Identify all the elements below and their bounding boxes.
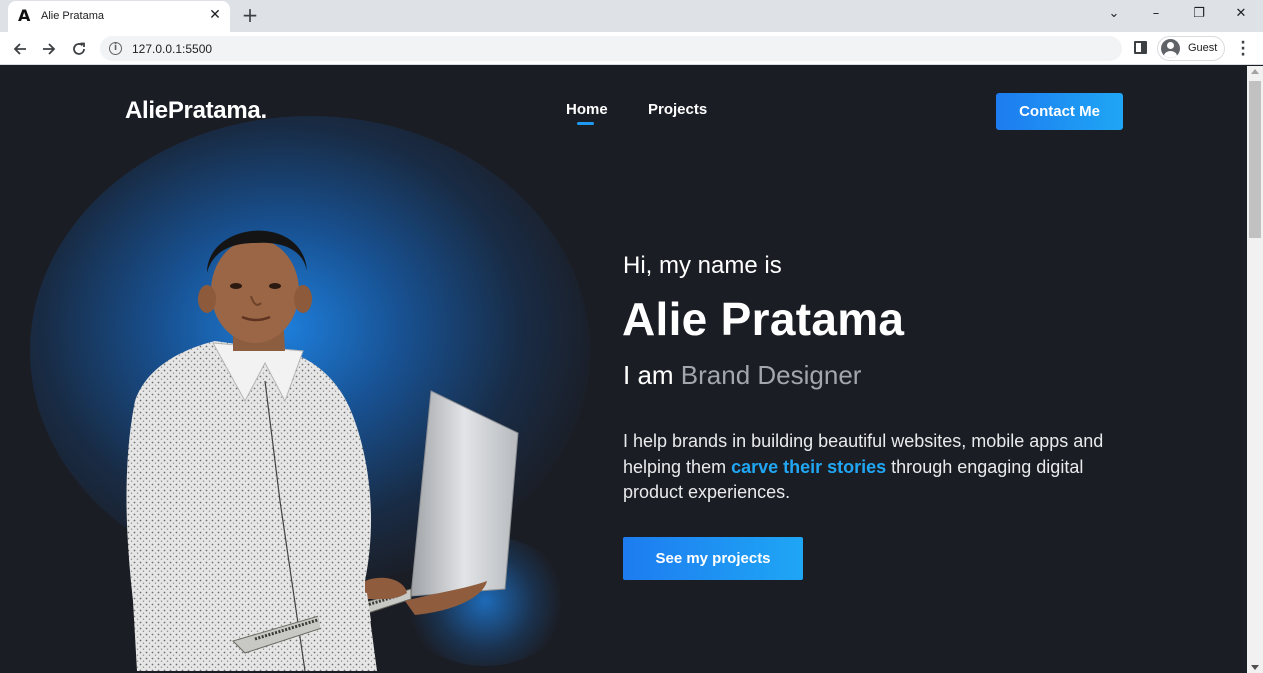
kebab-menu-icon[interactable]: · · · — [1237, 36, 1249, 62]
page-scrollbar[interactable] — [1247, 66, 1263, 673]
nav-home[interactable]: Home — [566, 101, 608, 118]
hero-role: Brand Designer — [680, 360, 862, 390]
contact-me-button[interactable]: Contact Me — [996, 93, 1123, 130]
hero-role-prefix: I am — [623, 360, 681, 390]
site-logo[interactable]: AliePratama. — [125, 97, 267, 125]
see-my-projects-button[interactable]: See my projects — [623, 537, 803, 580]
reload-icon[interactable] — [68, 38, 90, 60]
hero-description: I help brands in building beautiful webs… — [623, 429, 1123, 506]
site-favicon-icon: A — [18, 6, 31, 25]
browser-toolbar: i 127.0.0.1:5500 Guest · · · — [0, 32, 1263, 65]
page-viewport: AliePratama. Home Projects Contact Me Hi… — [0, 66, 1247, 673]
nav-projects[interactable]: Projects — [648, 101, 707, 118]
hero-greeting: Hi, my name is — [623, 252, 782, 279]
side-panel-icon[interactable] — [1134, 41, 1147, 54]
scroll-down-arrow-icon[interactable] — [1251, 665, 1259, 670]
url-text[interactable]: 127.0.0.1:5500 — [132, 42, 212, 56]
browser-tab-strip: A Alie Pratama ✕ + ⌄ – ❐ ✕ — [0, 0, 1263, 32]
new-tab-button[interactable]: + — [240, 5, 260, 25]
tab-title: Alie Pratama — [41, 10, 104, 22]
nav-active-indicator — [577, 122, 594, 125]
profile-label: Guest — [1188, 42, 1218, 54]
scroll-up-arrow-icon[interactable] — [1251, 69, 1259, 74]
profile-button[interactable]: Guest — [1157, 36, 1225, 61]
info-icon[interactable]: i — [109, 42, 122, 55]
restore-button[interactable]: ❐ — [1189, 4, 1209, 24]
hero-name: Alie Pratama — [622, 293, 905, 345]
profile-avatar-icon — [1161, 39, 1180, 58]
forward-arrow-icon[interactable] — [38, 38, 60, 60]
window-close-button[interactable]: ✕ — [1231, 4, 1251, 24]
hero-desc-highlight: carve their stories — [731, 456, 887, 477]
minimize-button[interactable]: – — [1146, 4, 1166, 24]
hero-portrait — [126, 230, 519, 671]
address-bar[interactable]: i 127.0.0.1:5500 — [100, 36, 1122, 61]
browser-tab[interactable]: A Alie Pratama ✕ — [8, 1, 230, 32]
tab-search-dropdown-icon[interactable]: ⌄ — [1104, 4, 1124, 24]
hero-role-line: I am Brand Designer — [623, 360, 861, 391]
tab-close-icon[interactable]: ✕ — [207, 7, 223, 23]
scrollbar-thumb[interactable] — [1249, 81, 1261, 238]
back-arrow-icon[interactable] — [9, 38, 31, 60]
